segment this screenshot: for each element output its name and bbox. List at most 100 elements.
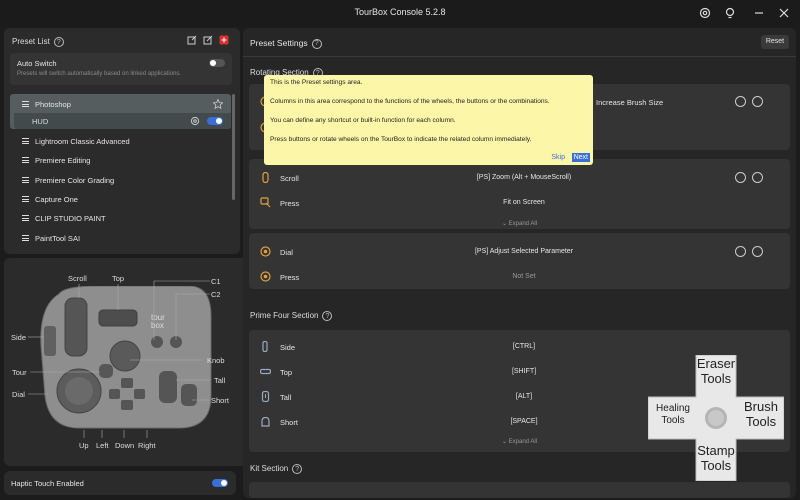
preset-menu-icon (22, 177, 29, 183)
row-value: [CTRL] (512, 343, 536, 350)
row-name: Press (280, 273, 300, 282)
prime-four-section-title: Prime Four Section (250, 311, 319, 321)
dial-card: Dial [PS] Adjust Selected Parameter Pres… (249, 233, 790, 289)
preset-menu-icon (22, 215, 29, 221)
close-icon[interactable] (776, 5, 792, 21)
tooltip-line: Press buttons or rotate wheels on the To… (270, 136, 532, 143)
short-icon (261, 416, 270, 427)
row-value: Not Set (512, 273, 536, 280)
preset-menu-icon (22, 138, 29, 144)
press-icon (260, 197, 271, 208)
kit-card (249, 482, 790, 498)
preset-item-clip-studio[interactable]: CLIP STUDIO PAINT (14, 209, 234, 227)
preset-item-photoshop[interactable]: Photoshop (14, 95, 234, 113)
row-actions (735, 96, 763, 107)
dial-icon (260, 246, 271, 257)
add-preset-icon[interactable] (219, 35, 229, 45)
hud-right-brush-tools[interactable]: Brush Tools (738, 399, 784, 430)
label-tour: Tour (12, 368, 27, 377)
scroll-press-row[interactable]: Press Fit on Screen (249, 191, 790, 215)
hud-bottom-stamp-tools[interactable]: Stamp Tools (694, 443, 738, 474)
preset-list-scrollbar[interactable] (232, 94, 235, 200)
top-icon (260, 368, 271, 375)
side-icon (262, 341, 268, 352)
export-icon[interactable] (187, 35, 197, 45)
tooltip-line: Columns in this area correspond to the f… (270, 98, 550, 105)
label-scroll: Scroll (68, 274, 87, 283)
help-icon[interactable]: ? (322, 311, 333, 321)
row-value: [SPACE] (510, 418, 538, 425)
settings-icon[interactable] (752, 96, 763, 107)
preset-menu-icon (22, 157, 29, 163)
hud-settings-gear-icon[interactable] (190, 116, 200, 126)
row-name: Scroll (280, 174, 299, 183)
help-icon[interactable]: ? (292, 464, 303, 474)
auto-switch-box: Auto Switch Presets will switch automati… (10, 53, 232, 85)
skip-button[interactable]: Skip (551, 154, 565, 161)
row-value: [SHIFT] (511, 368, 537, 375)
label-tall: Tall (214, 376, 226, 385)
tooltip-line: You can define any shortcut or built-in … (270, 117, 456, 124)
row-name: Top (280, 368, 293, 377)
label-c2: C2 (211, 290, 221, 299)
auto-switch-description: Presets will switch automatically based … (17, 71, 182, 77)
preset-list-title: Preset List (12, 37, 50, 47)
label-right: Right (138, 441, 156, 450)
label-left: Left (96, 441, 109, 450)
expand-all-link[interactable]: ⌄ Expand All (249, 220, 790, 227)
next-button[interactable]: Next (571, 153, 590, 162)
onboarding-tooltip: This is the Preset settings area. Column… (264, 75, 593, 165)
preset-settings-title: Preset Settings (250, 38, 308, 48)
link-icon[interactable] (735, 96, 746, 107)
row-value: Fit on Screen (503, 199, 545, 206)
label-down: Down (115, 441, 135, 450)
preset-menu-icon (22, 101, 29, 107)
row-actions (735, 172, 763, 183)
preset-item-premiere-editing[interactable]: Premiere Editing (14, 151, 234, 169)
scroll-row[interactable]: Scroll [PS] Zoom (Alt + MouseScroll) (249, 166, 790, 190)
minimize-icon[interactable] (751, 5, 767, 21)
preset-menu-icon (22, 235, 29, 241)
favorite-star-icon[interactable] (213, 99, 223, 109)
row-name: Press (280, 199, 300, 208)
row-value: [ALT] (515, 393, 533, 400)
help-icon[interactable]: ? (53, 37, 64, 47)
hud-top-eraser-tools[interactable]: Eraser Tools (696, 356, 736, 387)
title-bar: TourBox Console 5.2.8 (0, 0, 800, 26)
link-icon[interactable] (735, 246, 746, 257)
dial-row[interactable]: Dial [PS] Adjust Selected Parameter (249, 240, 790, 264)
hud-left-healing-tools[interactable]: Healing Tools (650, 403, 696, 426)
reset-button[interactable]: Reset (761, 35, 789, 49)
haptic-label: Haptic Touch Enabled (11, 479, 84, 488)
settings-icon[interactable] (752, 172, 763, 183)
preset-item-capture-one[interactable]: Capture One (14, 190, 234, 208)
help-icon[interactable]: ? (311, 38, 322, 49)
preset-item-hud[interactable]: HUD (32, 117, 48, 126)
dial-press-row[interactable]: Press Not Set (249, 265, 790, 289)
lightbulb-icon[interactable] (722, 5, 738, 21)
haptic-panel: Haptic Touch Enabled (4, 471, 236, 495)
window-title: TourBox Console 5.2.8 (354, 7, 446, 17)
row-name: Dial (280, 248, 293, 257)
edit-icon[interactable] (203, 35, 213, 45)
row-value: [PS] Adjust Selected Parameter (474, 248, 574, 255)
hud-toggle[interactable] (207, 117, 223, 125)
settings-icon[interactable] (752, 246, 763, 257)
settings-gear-icon[interactable] (697, 5, 713, 21)
tooltip-line: This is the Preset settings area. (270, 79, 363, 86)
haptic-toggle[interactable] (212, 479, 228, 487)
scroll-icon (262, 172, 269, 183)
row-actions (735, 246, 763, 257)
preset-menu-icon (22, 196, 29, 202)
label-side: Side (11, 333, 27, 342)
label-c1: C1 (211, 277, 221, 286)
preset-item-painttool-sai[interactable]: PaintTool SAI (14, 229, 234, 247)
row-name: Short (280, 418, 298, 427)
preset-item-lightroom[interactable]: Lightroom Classic Advanced (14, 132, 234, 150)
row-value: [PS] Zoom (Alt + MouseScroll) (476, 174, 572, 181)
knob-value: Increase Brush Size (596, 98, 664, 107)
row-name: Tall (280, 393, 292, 402)
link-icon[interactable] (735, 172, 746, 183)
auto-switch-toggle[interactable] (209, 59, 225, 67)
preset-item-premiere-color[interactable]: Premiere Color Grading (14, 171, 234, 189)
